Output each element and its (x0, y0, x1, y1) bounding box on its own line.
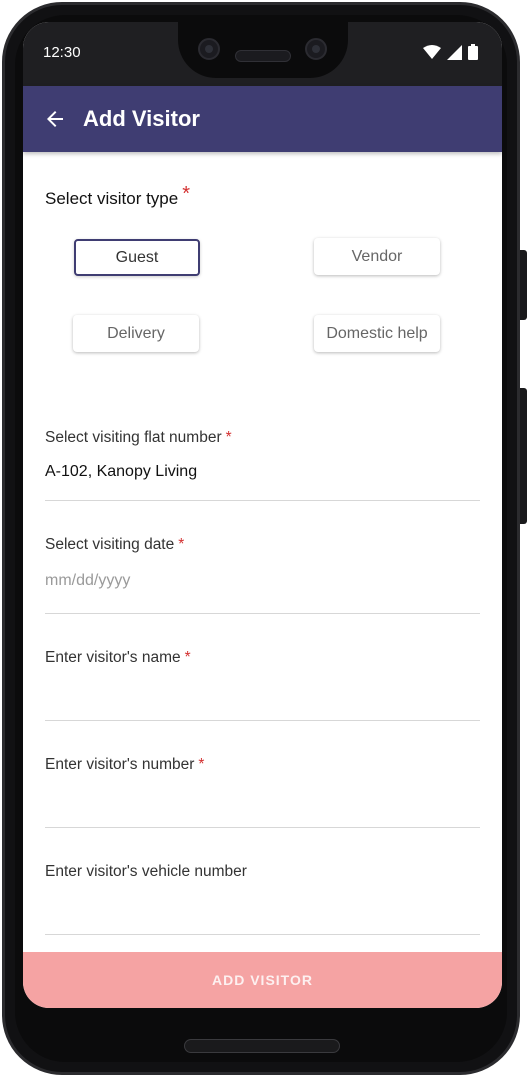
visitor-number-label: Enter visitor's number * (45, 756, 204, 774)
flat-number-field[interactable]: Select visiting flat number * A-102, Kano… (45, 429, 480, 501)
battery-icon (468, 44, 478, 60)
required-mark: * (182, 183, 191, 205)
required-mark: * (178, 536, 185, 553)
flat-number-value[interactable]: A-102, Kanopy Living (45, 463, 197, 481)
flat-number-label-text: Select visiting flat number (45, 429, 222, 446)
visit-date-placeholder[interactable]: mm/dd/yyyy (45, 572, 130, 590)
back-arrow-icon[interactable] (43, 107, 67, 131)
visit-date-label-text: Select visiting date (45, 536, 175, 553)
power-button (520, 250, 527, 320)
visitor-type-delivery-button[interactable]: Delivery (73, 315, 199, 352)
vehicle-number-label: Enter visitor's vehicle number (45, 863, 247, 880)
visitor-type-domestic-help-button[interactable]: Domestic help (314, 315, 440, 352)
app-bar: Add Visitor (23, 86, 502, 152)
visitor-name-label: Enter visitor's name * (45, 649, 191, 667)
visit-date-field[interactable]: Select visiting date * mm/dd/yyyy (45, 536, 480, 614)
home-indicator (184, 1039, 340, 1053)
status-icons (423, 44, 478, 60)
page-title: Add Visitor (83, 106, 200, 131)
signal-icon (447, 44, 462, 60)
visitor-name-label-text: Enter visitor's name (45, 649, 181, 666)
required-mark: * (198, 756, 205, 773)
visitor-type-vendor-button[interactable]: Vendor (314, 238, 440, 275)
visitor-number-label-text: Enter visitor's number (45, 756, 195, 773)
add-visitor-button[interactable]: ADD VISITOR (23, 952, 502, 1008)
visit-date-label: Select visiting date * (45, 536, 184, 554)
visitor-name-field[interactable]: Enter visitor's name * (45, 649, 480, 721)
camera-notch (178, 22, 348, 78)
visitor-type-guest-button[interactable]: Guest (74, 239, 200, 276)
vehicle-number-field[interactable]: Enter visitor's vehicle number (45, 863, 480, 935)
front-camera-icon (305, 38, 327, 60)
screen: 12:30 Add Visitor Select visitor type * G… (23, 22, 502, 1008)
required-mark: * (225, 429, 232, 446)
visitor-type-label-text: Select visitor type (45, 189, 179, 208)
wifi-icon (423, 45, 441, 59)
flat-number-label: Select visiting flat number * (45, 429, 232, 447)
visitor-number-field[interactable]: Enter visitor's number * (45, 756, 480, 828)
visitor-type-label: Select visitor type * (45, 183, 190, 210)
volume-button (520, 388, 527, 524)
status-time: 12:30 (43, 44, 81, 61)
front-camera-icon (198, 38, 220, 60)
earpiece-speaker (235, 50, 291, 62)
required-mark: * (184, 649, 191, 666)
